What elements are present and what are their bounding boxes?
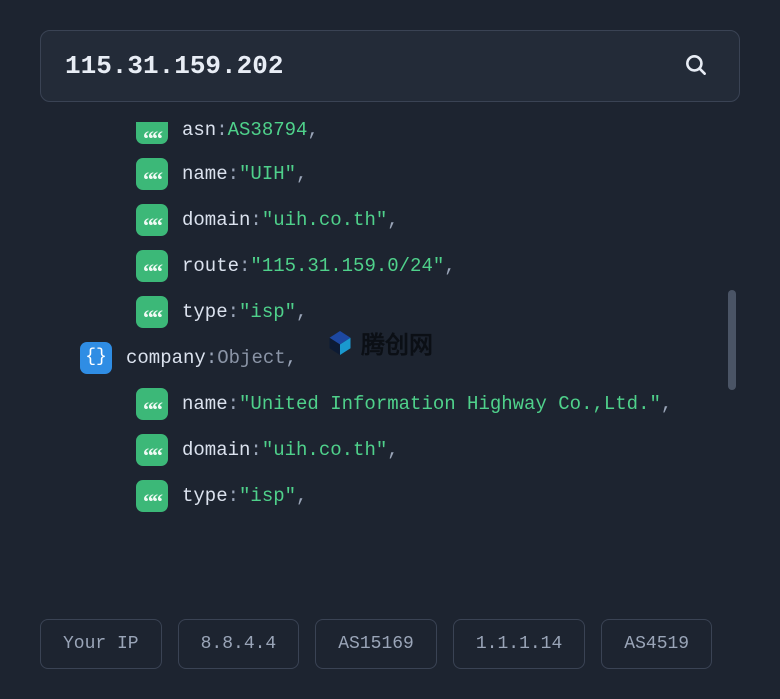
json-viewer: ““ asn: AS38794, ““ name: "UIH", ““ domain: "…: [0, 122, 780, 512]
json-value: "United Information Highway Co.,Ltd.": [239, 391, 661, 418]
colon: :: [228, 391, 239, 418]
scrollbar-thumb[interactable]: [728, 290, 736, 390]
comma: ,: [661, 391, 672, 418]
json-row[interactable]: ““ domain: "uih.co.th",: [40, 204, 740, 236]
comma: ,: [296, 299, 307, 326]
colon: :: [228, 161, 239, 188]
string-type-icon: ““: [136, 296, 168, 328]
suggestion-chip[interactable]: 8.8.4.4: [178, 619, 300, 669]
colon: :: [228, 299, 239, 326]
comma: ,: [444, 253, 455, 280]
json-key: name: [182, 161, 228, 188]
comma: ,: [387, 437, 398, 464]
json-key: name: [182, 391, 228, 418]
colon: :: [228, 483, 239, 510]
json-key: domain: [182, 437, 250, 464]
suggestion-chip[interactable]: AS15169: [315, 619, 437, 669]
search-input[interactable]: [65, 51, 677, 81]
json-value: "115.31.159.0/24": [250, 253, 444, 280]
search-icon: [683, 52, 709, 78]
comma: ,: [307, 122, 318, 144]
json-row[interactable]: ““ type: "isp",: [40, 296, 740, 328]
json-value: "uih.co.th": [262, 437, 387, 464]
search-button[interactable]: [677, 46, 715, 87]
comma: ,: [296, 161, 307, 188]
json-key: asn: [182, 122, 216, 144]
suggestion-chip[interactable]: 1.1.1.14: [453, 619, 585, 669]
json-key: route: [182, 253, 239, 280]
json-row[interactable]: {} company: Object,: [40, 342, 740, 374]
colon: :: [206, 345, 217, 372]
json-key: type: [182, 483, 228, 510]
suggestion-chip[interactable]: AS4519: [601, 619, 712, 669]
colon: :: [250, 207, 261, 234]
colon: :: [239, 253, 250, 280]
comma: ,: [296, 483, 307, 510]
colon: :: [216, 122, 227, 144]
json-value: "UIH": [239, 161, 296, 188]
json-row[interactable]: ““ name: "UIH",: [40, 158, 740, 190]
json-value: Object: [217, 345, 285, 372]
string-type-icon: ““: [136, 158, 168, 190]
json-key: domain: [182, 207, 250, 234]
json-value: AS38794: [228, 122, 308, 144]
json-row[interactable]: ““ name: "United Information Highway Co.,…: [40, 388, 740, 420]
string-type-icon: ““: [136, 250, 168, 282]
json-value: "isp": [239, 299, 296, 326]
comma: ,: [387, 207, 398, 234]
suggestion-chips: Your IP 8.8.4.4 AS15169 1.1.1.14 AS4519: [40, 619, 780, 669]
string-type-icon: ““: [136, 204, 168, 236]
string-type-icon: ““: [136, 122, 168, 144]
comma: ,: [286, 345, 297, 372]
json-row[interactable]: ““ domain: "uih.co.th",: [40, 434, 740, 466]
string-type-icon: ““: [136, 388, 168, 420]
suggestion-chip[interactable]: Your IP: [40, 619, 162, 669]
search-bar: [40, 30, 740, 102]
json-row[interactable]: ““ route: "115.31.159.0/24",: [40, 250, 740, 282]
colon: :: [250, 437, 261, 464]
string-type-icon: ““: [136, 434, 168, 466]
string-type-icon: ““: [136, 480, 168, 512]
json-value: "isp": [239, 483, 296, 510]
json-value: "uih.co.th": [262, 207, 387, 234]
object-type-icon: {}: [80, 342, 112, 374]
json-row[interactable]: ““ type: "isp",: [40, 480, 740, 512]
json-row[interactable]: ““ asn: AS38794,: [40, 122, 740, 144]
json-key: type: [182, 299, 228, 326]
json-key: company: [126, 345, 206, 372]
